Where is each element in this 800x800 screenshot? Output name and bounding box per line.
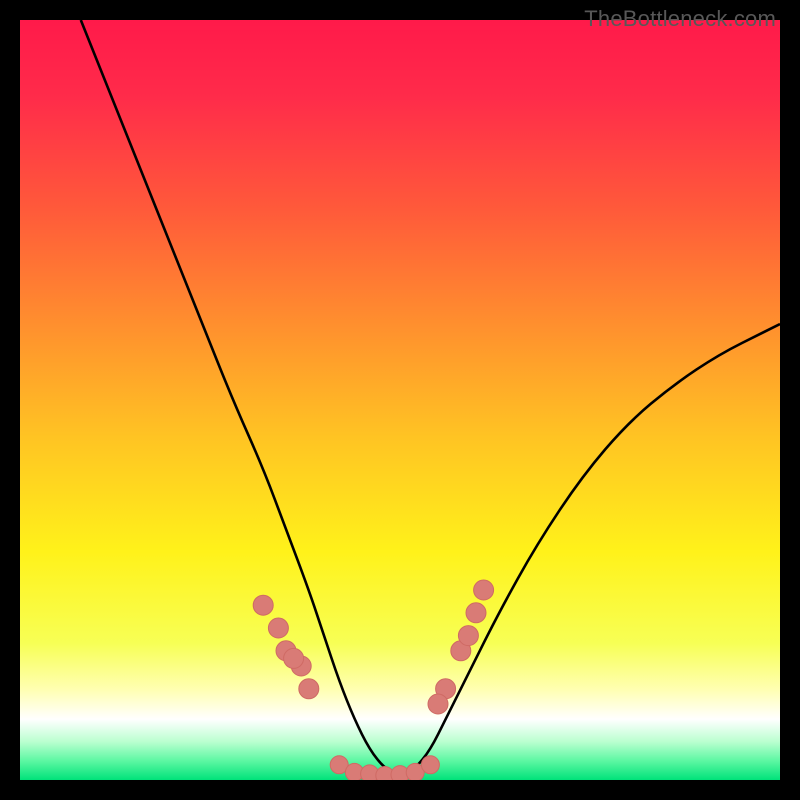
data-marker bbox=[428, 694, 448, 714]
data-marker bbox=[474, 580, 494, 600]
data-marker bbox=[299, 679, 319, 699]
data-marker bbox=[466, 603, 486, 623]
data-marker bbox=[284, 648, 304, 668]
watermark-text: TheBottleneck.com bbox=[584, 6, 776, 32]
data-marker bbox=[253, 595, 273, 615]
bottleneck-chart bbox=[20, 20, 780, 780]
data-marker bbox=[458, 626, 478, 646]
data-marker bbox=[421, 756, 439, 774]
chart-frame bbox=[20, 20, 780, 780]
heatmap-background bbox=[20, 20, 780, 780]
data-marker bbox=[268, 618, 288, 638]
